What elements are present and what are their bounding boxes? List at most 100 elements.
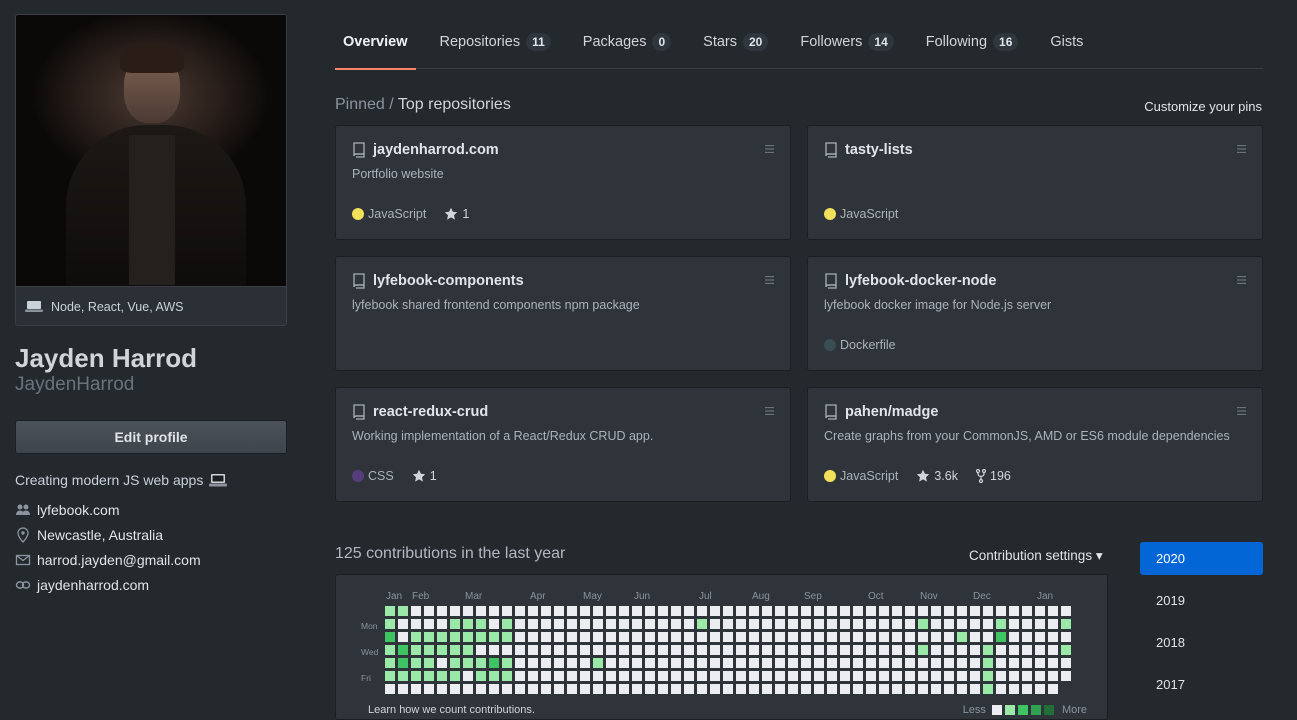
contribution-day-cell[interactable] bbox=[541, 658, 551, 668]
contribution-day-cell[interactable] bbox=[476, 632, 486, 642]
contribution-day-cell[interactable] bbox=[931, 671, 941, 681]
contribution-day-cell[interactable] bbox=[866, 658, 876, 668]
contribution-day-cell[interactable] bbox=[385, 606, 395, 616]
contribution-day-cell[interactable] bbox=[671, 658, 681, 668]
contribution-day-cell[interactable] bbox=[996, 632, 1006, 642]
contribution-day-cell[interactable] bbox=[931, 632, 941, 642]
contribution-day-cell[interactable] bbox=[762, 632, 772, 642]
contribution-day-cell[interactable] bbox=[801, 658, 811, 668]
contribution-day-cell[interactable] bbox=[1009, 684, 1019, 694]
contribution-day-cell[interactable] bbox=[424, 671, 434, 681]
contribution-day-cell[interactable] bbox=[671, 619, 681, 629]
contribution-day-cell[interactable] bbox=[736, 658, 746, 668]
contribution-day-cell[interactable] bbox=[450, 684, 460, 694]
repo-stars[interactable]: 1 bbox=[412, 469, 437, 483]
contribution-day-cell[interactable] bbox=[892, 684, 902, 694]
contribution-day-cell[interactable] bbox=[476, 619, 486, 629]
vcard-item[interactable]: harrod.jayden@gmail.com bbox=[15, 547, 201, 572]
contribution-day-cell[interactable] bbox=[710, 619, 720, 629]
contribution-day-cell[interactable] bbox=[463, 684, 473, 694]
contribution-day-cell[interactable] bbox=[723, 658, 733, 668]
contribution-day-cell[interactable] bbox=[567, 632, 577, 642]
contribution-day-cell[interactable] bbox=[970, 658, 980, 668]
contribution-day-cell[interactable] bbox=[632, 606, 642, 616]
tab-gists[interactable]: Gists bbox=[1042, 14, 1091, 69]
contribution-day-cell[interactable] bbox=[554, 645, 564, 655]
contribution-day-cell[interactable] bbox=[957, 632, 967, 642]
contribution-day-cell[interactable] bbox=[554, 684, 564, 694]
contribution-day-cell[interactable] bbox=[450, 632, 460, 642]
contribution-day-cell[interactable] bbox=[1035, 671, 1045, 681]
contribution-day-cell[interactable] bbox=[762, 684, 772, 694]
contribution-day-cell[interactable] bbox=[710, 632, 720, 642]
contribution-day-cell[interactable] bbox=[879, 606, 889, 616]
contribution-day-cell[interactable] bbox=[489, 645, 499, 655]
contribution-day-cell[interactable] bbox=[762, 671, 772, 681]
contribution-day-cell[interactable] bbox=[957, 684, 967, 694]
contribution-day-cell[interactable] bbox=[437, 606, 447, 616]
contribution-day-cell[interactable] bbox=[489, 671, 499, 681]
contribution-day-cell[interactable] bbox=[788, 684, 798, 694]
contribution-day-cell[interactable] bbox=[762, 645, 772, 655]
contribution-day-cell[interactable] bbox=[424, 645, 434, 655]
contribution-day-cell[interactable] bbox=[463, 606, 473, 616]
tab-following[interactable]: Following 16 bbox=[918, 14, 1027, 69]
contribution-day-cell[interactable] bbox=[840, 632, 850, 642]
contribution-day-cell[interactable] bbox=[879, 671, 889, 681]
contribution-day-cell[interactable] bbox=[684, 658, 694, 668]
drag-handle-icon[interactable] bbox=[1237, 275, 1246, 285]
contribution-day-cell[interactable] bbox=[437, 658, 447, 668]
contribution-day-cell[interactable] bbox=[775, 671, 785, 681]
contribution-day-cell[interactable] bbox=[840, 619, 850, 629]
contribution-day-cell[interactable] bbox=[697, 645, 707, 655]
contribution-day-cell[interactable] bbox=[1048, 658, 1058, 668]
contribution-day-cell[interactable] bbox=[853, 645, 863, 655]
contribution-day-cell[interactable] bbox=[905, 619, 915, 629]
contribution-day-cell[interactable] bbox=[476, 658, 486, 668]
contribution-day-cell[interactable] bbox=[541, 671, 551, 681]
contribution-day-cell[interactable] bbox=[463, 632, 473, 642]
contribution-day-cell[interactable] bbox=[775, 658, 785, 668]
contribution-day-cell[interactable] bbox=[541, 684, 551, 694]
drag-handle-icon[interactable] bbox=[1237, 144, 1246, 154]
contribution-day-cell[interactable] bbox=[658, 645, 668, 655]
contribution-day-cell[interactable] bbox=[1022, 671, 1032, 681]
drag-handle-icon[interactable] bbox=[765, 275, 774, 285]
contribution-day-cell[interactable] bbox=[671, 632, 681, 642]
contribution-day-cell[interactable] bbox=[905, 684, 915, 694]
contribution-day-cell[interactable] bbox=[840, 684, 850, 694]
contribution-day-cell[interactable] bbox=[1061, 645, 1071, 655]
contribution-day-cell[interactable] bbox=[957, 619, 967, 629]
contribution-day-cell[interactable] bbox=[632, 645, 642, 655]
contribution-day-cell[interactable] bbox=[554, 606, 564, 616]
contribution-day-cell[interactable] bbox=[697, 684, 707, 694]
year-link-2017[interactable]: 2017 bbox=[1140, 668, 1263, 701]
contribution-day-cell[interactable] bbox=[1022, 606, 1032, 616]
contribution-day-cell[interactable] bbox=[749, 619, 759, 629]
contribution-day-cell[interactable] bbox=[528, 619, 538, 629]
year-link-2020[interactable]: 2020 bbox=[1140, 542, 1263, 575]
contribution-day-cell[interactable] bbox=[697, 619, 707, 629]
contribution-day-cell[interactable] bbox=[632, 632, 642, 642]
contribution-day-cell[interactable] bbox=[918, 684, 928, 694]
contribution-day-cell[interactable] bbox=[580, 619, 590, 629]
contribution-day-cell[interactable] bbox=[1009, 619, 1019, 629]
vcard-item[interactable]: lyfebook.com bbox=[15, 497, 201, 522]
contribution-day-cell[interactable] bbox=[580, 671, 590, 681]
contribution-day-cell[interactable] bbox=[814, 632, 824, 642]
contribution-day-cell[interactable] bbox=[385, 619, 395, 629]
contribution-day-cell[interactable] bbox=[645, 632, 655, 642]
repo-name-link[interactable]: react-redux-crud bbox=[373, 404, 488, 420]
contribution-day-cell[interactable] bbox=[957, 645, 967, 655]
contribution-day-cell[interactable] bbox=[658, 671, 668, 681]
contribution-day-cell[interactable] bbox=[1009, 632, 1019, 642]
contribution-day-cell[interactable] bbox=[411, 671, 421, 681]
contribution-day-cell[interactable] bbox=[541, 632, 551, 642]
contribution-day-cell[interactable] bbox=[970, 645, 980, 655]
contribution-day-cell[interactable] bbox=[970, 671, 980, 681]
contribution-day-cell[interactable] bbox=[996, 645, 1006, 655]
contribution-day-cell[interactable] bbox=[957, 658, 967, 668]
contribution-day-cell[interactable] bbox=[1048, 619, 1058, 629]
contribution-day-cell[interactable] bbox=[944, 645, 954, 655]
contribution-day-cell[interactable] bbox=[671, 671, 681, 681]
